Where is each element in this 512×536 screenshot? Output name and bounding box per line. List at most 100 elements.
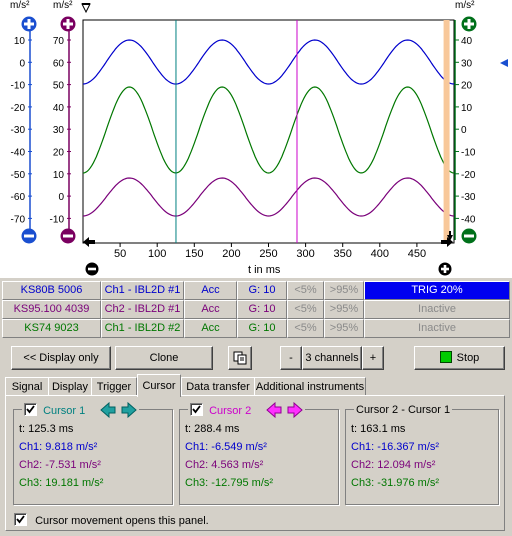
zoom-in-left-outer-icon[interactable] xyxy=(21,16,37,32)
copy-icon xyxy=(233,351,247,365)
zoom-out-left-inner-icon[interactable] xyxy=(60,228,76,244)
y-tick-outer: -30 xyxy=(11,125,26,136)
x-tick-label: 450 xyxy=(408,248,426,260)
y-tick-outer: -50 xyxy=(11,170,26,181)
tab-trigger[interactable]: Trigger xyxy=(91,377,137,396)
stop-button[interactable]: Stop xyxy=(414,346,505,370)
x-tick-label: 150 xyxy=(185,248,203,260)
cursor1-move-right-icon[interactable] xyxy=(121,401,138,423)
y-tick-right: 10 xyxy=(461,103,473,114)
y-tick-inner: 10 xyxy=(53,170,65,181)
y-tick-right: -10 xyxy=(461,148,476,159)
y-tick-inner: 40 xyxy=(53,103,65,114)
channel-mode[interactable]: Acc xyxy=(184,319,237,338)
remove-channel-button[interactable]: - xyxy=(280,346,302,370)
channel-mode[interactable]: Acc xyxy=(184,300,237,319)
stop-indicator-icon xyxy=(439,351,452,363)
unit-right: m/s² xyxy=(455,0,475,11)
zoom-out-left-outer-icon[interactable] xyxy=(21,228,37,244)
cursor1-title: Cursor 1 xyxy=(43,405,86,417)
cursor2-ch3: Ch3: -12.795 m/s² xyxy=(185,477,274,489)
cursor2-move-left-icon[interactable] xyxy=(266,401,282,423)
copy-button[interactable] xyxy=(228,346,252,370)
y-tick-right: 0 xyxy=(461,125,467,136)
channel-row-1[interactable]: KS80B 5006 Ch1 - IBL2D #1 Acc G: 10 <5% … xyxy=(2,281,510,300)
channel-high-limit: >95% xyxy=(324,281,364,300)
clone-button[interactable]: Clone xyxy=(115,346,213,370)
channel-status[interactable]: Inactive xyxy=(364,300,510,319)
plot-frame xyxy=(82,19,455,244)
plot-svg: 100-10-20-30-40-50-60-70706050403020100-… xyxy=(11,19,476,260)
cursor1-move-left-icon[interactable] xyxy=(100,401,116,423)
cursor-movement-label: Cursor movement opens this panel. xyxy=(35,515,209,527)
cursor2-ch1: Ch1: -6.549 m/s² xyxy=(185,441,267,453)
channel-name: Ch2 - IBL2D #1 xyxy=(101,300,184,319)
add-channel-button[interactable]: + xyxy=(362,346,384,370)
x-tick-label: 350 xyxy=(334,248,352,260)
cursor1-group: Cursor 1 t: 125.3 ms Ch1: 9.818 m/s² Ch2… xyxy=(13,401,173,505)
channel-low-limit: <5% xyxy=(287,300,324,319)
x-axis-label: t in ms xyxy=(248,264,281,276)
diff-ch3: Ch3: -31.976 m/s² xyxy=(351,477,440,489)
y-tick-inner: -10 xyxy=(50,214,65,225)
trigger-marker-icon[interactable] xyxy=(81,3,91,14)
tab-cursor[interactable]: Cursor xyxy=(137,374,181,397)
x-tick-label: 400 xyxy=(371,248,389,260)
oscilloscope-plot: 10 0 -10 -20 -30 -40 -50 -60 -70 70 60 50 40 30 20 10 0-… xyxy=(0,0,512,278)
tab-signal[interactable]: Signal xyxy=(5,377,49,396)
cursor2-checkbox[interactable] xyxy=(190,403,203,416)
channels-count-display: 3 channels xyxy=(302,346,362,370)
channel-mode[interactable]: Acc xyxy=(184,281,237,300)
unit-left-outer: m/s² xyxy=(10,0,30,11)
channel-low-limit: <5% xyxy=(287,281,324,300)
tab-additional-instruments[interactable]: Additional instruments xyxy=(254,377,366,396)
y-tick-outer: -70 xyxy=(11,214,26,225)
cursor-difference-title: Cursor 2 - Cursor 1 xyxy=(354,402,453,418)
channel-row-2[interactable]: KS95.100 4039 Ch2 - IBL2D #1 Acc G: 10 <… xyxy=(2,300,510,319)
channel-sensor: KS74 9023 xyxy=(2,319,101,338)
y-tick-right: -30 xyxy=(461,192,476,203)
cursor2-move-right-icon[interactable] xyxy=(287,401,304,423)
zoom-in-left-inner-icon[interactable] xyxy=(60,16,76,32)
tab-display[interactable]: Display xyxy=(48,377,92,396)
y-tick-outer: -60 xyxy=(11,192,26,203)
y-tick-inner: 60 xyxy=(53,58,65,69)
zoom-in-time-icon[interactable] xyxy=(438,262,452,276)
y-tick-inner: 50 xyxy=(53,81,65,92)
cursor2-time: t: 288.4 ms xyxy=(185,423,240,435)
y-tick-right: -40 xyxy=(461,214,476,225)
diff-time: t: 163.1 ms xyxy=(351,423,406,435)
cursor1-ch3: Ch3: 19.181 m/s² xyxy=(19,477,104,489)
display-only-button[interactable]: << Display only xyxy=(11,346,111,370)
channel-status[interactable]: Inactive xyxy=(364,319,510,338)
channel-status-trig[interactable]: TRIG 20% xyxy=(364,281,510,300)
channel-low-limit: <5% xyxy=(287,319,324,338)
y-tick-inner: 30 xyxy=(53,125,65,136)
channel-gain[interactable]: G: 10 xyxy=(237,281,287,300)
channel-row-3[interactable]: KS74 9023 Ch1 - IBL2D #2 Acc G: 10 <5% >… xyxy=(2,319,510,338)
cursor1-ch2: Ch2: -7.531 m/s² xyxy=(19,459,101,471)
scroll-left-arrow-icon[interactable] xyxy=(82,236,96,248)
channel-gain[interactable]: G: 10 xyxy=(237,319,287,338)
tab-data-transfer[interactable]: Data transfer xyxy=(181,377,255,396)
y-tick-outer: -20 xyxy=(11,103,26,114)
y-tick-outer: -40 xyxy=(11,148,26,159)
diff-ch1: Ch1: -16.367 m/s² xyxy=(351,441,440,453)
cursor-movement-checkbox[interactable] xyxy=(14,513,27,526)
cursor2-group: Cursor 2 t: 288.4 ms Ch1: -6.549 m/s² Ch… xyxy=(179,401,339,505)
x-tick-label: 300 xyxy=(296,248,314,260)
cursor1-checkbox[interactable] xyxy=(24,403,37,416)
channel-gain[interactable]: G: 10 xyxy=(237,300,287,319)
cursor1-handle-arrow-icon[interactable] xyxy=(446,230,454,242)
cursor-panel: Cursor 1 t: 125.3 ms Ch1: 9.818 m/s² Ch2… xyxy=(5,395,505,531)
trigger-level-marker-icon[interactable] xyxy=(499,58,509,68)
x-tick-label: 250 xyxy=(259,248,277,260)
zoom-in-right-icon[interactable] xyxy=(461,16,477,32)
cursor-movement-option[interactable]: Cursor movement opens this panel. xyxy=(14,513,209,527)
x-tick-label: 100 xyxy=(148,248,166,260)
zoom-out-right-icon[interactable] xyxy=(461,228,477,244)
y-tick-outer: 0 xyxy=(19,58,25,69)
channel-sensor: KS95.100 4039 xyxy=(2,300,101,319)
y-tick-right: 40 xyxy=(461,36,473,47)
zoom-out-time-icon[interactable] xyxy=(85,262,99,276)
